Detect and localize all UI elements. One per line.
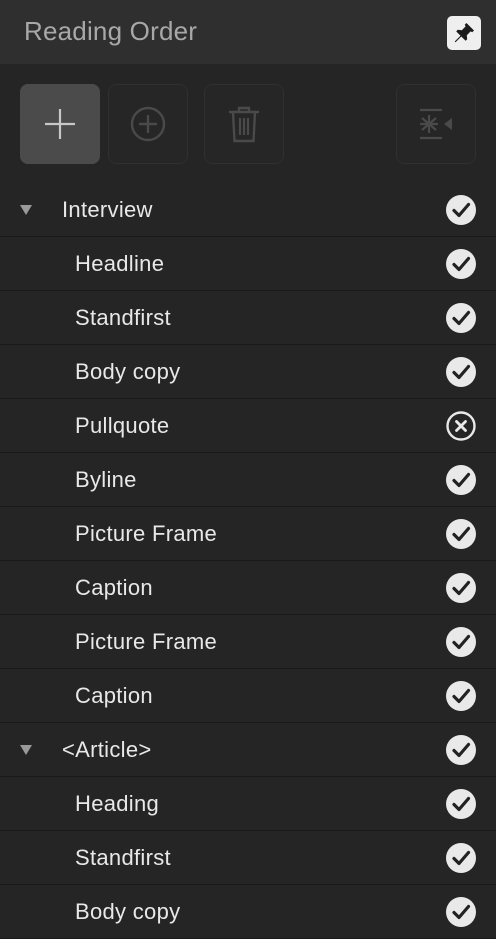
checkmark-circle-icon[interactable]: [445, 356, 477, 388]
tree-item-row[interactable]: Body copy: [0, 345, 496, 399]
plus-icon: [45, 109, 75, 139]
tree-item-row[interactable]: Byline: [0, 453, 496, 507]
tree-row-label: Interview: [62, 197, 153, 222]
checkmark-circle-icon[interactable]: [445, 302, 477, 334]
checkmark-circle-icon[interactable]: [445, 572, 477, 604]
checkmark-circle-icon[interactable]: [445, 194, 477, 226]
add-circle-button[interactable]: [108, 84, 188, 164]
plus-circle-icon: [130, 106, 166, 142]
disclosure-triangle-icon[interactable]: [20, 744, 32, 755]
checkmark-circle-icon[interactable]: [445, 788, 477, 820]
checkmark-circle-icon[interactable]: [445, 842, 477, 874]
checkmark-circle-icon[interactable]: [445, 680, 477, 712]
checkmark-circle-icon[interactable]: [445, 626, 477, 658]
checkmark-circle-icon[interactable]: [445, 248, 477, 280]
checkmark-circle-icon[interactable]: [445, 734, 477, 766]
tree-item-row[interactable]: Standfirst: [0, 291, 496, 345]
tree-item-row[interactable]: Headline: [0, 237, 496, 291]
tree-item-row[interactable]: Picture Frame: [0, 507, 496, 561]
tree-group-row[interactable]: Interview: [0, 184, 496, 237]
tree-row-label: Byline: [75, 466, 137, 492]
tree-item-row[interactable]: Caption: [0, 561, 496, 615]
disclosure-triangle-icon[interactable]: [20, 205, 32, 215]
tree-row-label: Headline: [75, 250, 165, 276]
tree-item-row[interactable]: Picture Frame: [0, 615, 496, 669]
tree-row-label: Standfirst: [75, 304, 171, 330]
reading-order-settings-button[interactable]: [396, 84, 476, 164]
list-sort-icon: [420, 108, 452, 140]
tree-row-label: Body copy: [75, 358, 181, 384]
reading-order-panel: Reading Order Interview Headline Standfi…: [0, 0, 496, 939]
pin-button[interactable]: [447, 16, 481, 50]
tree-item-row[interactable]: Body copy: [0, 885, 496, 939]
tree-row-label: Picture Frame: [75, 628, 218, 654]
tree-item-row[interactable]: Standfirst: [0, 831, 496, 885]
tree-item-row[interactable]: Pullquote: [0, 399, 496, 453]
tree-group-row[interactable]: <Article>: [0, 723, 496, 777]
tree-row-label: Heading: [75, 790, 160, 816]
tree-row-label: Caption: [75, 574, 153, 600]
trash-icon: [229, 106, 259, 143]
x-circle-icon[interactable]: [445, 410, 477, 442]
tree-row-label: Picture Frame: [75, 520, 218, 546]
checkmark-circle-icon[interactable]: [445, 896, 477, 928]
tree-row-label: Standfirst: [75, 844, 171, 870]
tree-row-label: Caption: [75, 682, 153, 708]
delete-button[interactable]: [204, 84, 284, 164]
add-button[interactable]: [20, 84, 100, 164]
tree-item-row[interactable]: Heading: [0, 777, 496, 831]
checkmark-circle-icon[interactable]: [445, 518, 477, 550]
toolbar: [0, 64, 496, 184]
pin-icon: [454, 23, 474, 43]
panel-header: Reading Order: [0, 0, 496, 64]
tree-row-label: Body copy: [75, 898, 181, 924]
reading-order-tree: Interview Headline Standfirst Body copy Pull…: [0, 184, 496, 939]
panel-title: Reading Order: [24, 16, 198, 46]
tree-row-label: <Article>: [62, 736, 152, 762]
tree-item-row[interactable]: Caption: [0, 669, 496, 723]
tree-row-label: Pullquote: [75, 412, 170, 438]
checkmark-circle-icon[interactable]: [445, 464, 477, 496]
